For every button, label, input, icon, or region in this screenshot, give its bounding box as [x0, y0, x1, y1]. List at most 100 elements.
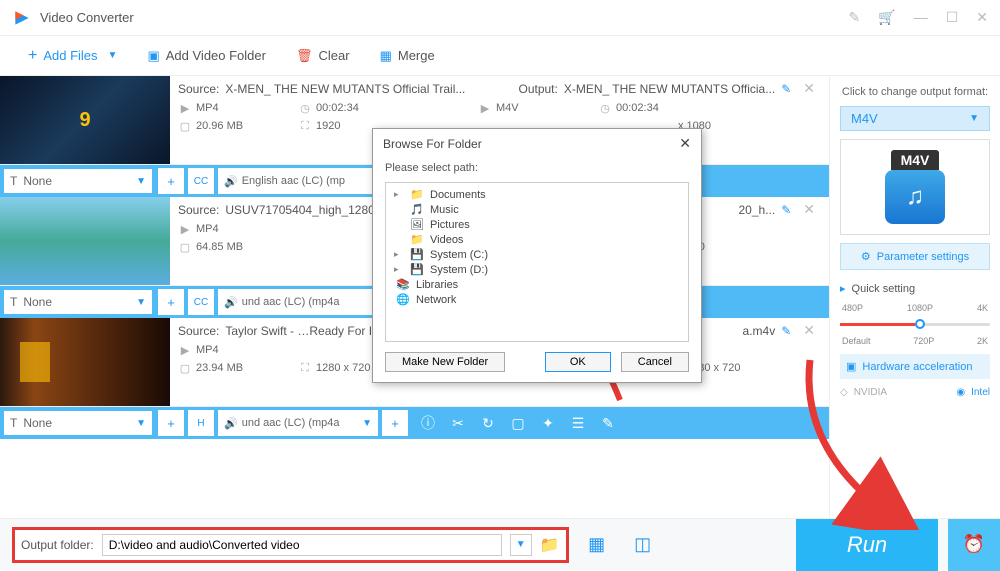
snapshot-icon[interactable]: ◫ — [625, 527, 661, 563]
cc-button[interactable]: CC — [188, 168, 214, 194]
chevron-down-icon: ▼ — [362, 418, 372, 429]
close-icon[interactable]: ✕ — [976, 9, 988, 26]
add-subtitle-button[interactable]: + — [158, 410, 184, 436]
itunes-icon: ♫ — [885, 170, 945, 224]
source-filename: USUV71705404_high_1280x7 — [225, 203, 387, 217]
info-icon[interactable]: ⓘ — [414, 409, 442, 437]
remove-icon[interactable]: ✕ — [797, 201, 821, 218]
add-subtitle-button[interactable]: + — [158, 289, 184, 315]
tool-wand-icon[interactable]: ✎ — [849, 9, 861, 26]
output-folder-input[interactable] — [102, 534, 502, 556]
parameter-settings-button[interactable]: ⚙ Parameter settings — [840, 243, 990, 270]
quality-slider[interactable] — [840, 323, 990, 326]
schedule-button[interactable]: ⏰ — [948, 519, 1000, 571]
speaker-icon: 🔊 — [224, 175, 238, 188]
output-format-select[interactable]: M4V ▼ — [840, 106, 990, 131]
dialog-close-icon[interactable]: ✕ — [679, 135, 691, 152]
edit-icon[interactable]: ✎ — [781, 203, 791, 217]
resolution-icon: ⛶ — [298, 361, 312, 375]
video-thumbnail[interactable] — [0, 76, 170, 164]
make-new-folder-button[interactable]: Make New Folder — [385, 352, 505, 372]
clock-icon: ◷ — [598, 101, 612, 115]
add-video-folder-button[interactable]: ▣ Add Video Folder — [137, 44, 276, 68]
resolution-icon: ⛶ — [298, 119, 312, 133]
audio-track-select[interactable]: 🔊und aac (LC) (mp4a▼ — [218, 410, 378, 436]
filesize-icon: ▢ — [178, 240, 192, 254]
main-toolbar: + Add Files ▼ ▣ Add Video Folder 🗑 Clear… — [0, 36, 1000, 76]
arrow-icon: ▸ — [840, 282, 846, 295]
cc-button[interactable]: CC — [188, 289, 214, 315]
audio-track-select[interactable]: 🔊English aac (LC) (mp — [218, 168, 378, 194]
tree-item[interactable]: 🎵Music — [390, 202, 684, 217]
chevron-down-icon: ▼ — [136, 297, 146, 308]
plus-icon: + — [28, 47, 37, 65]
format-icon: ▶ — [178, 343, 192, 357]
merge-button[interactable]: ▦ Merge — [370, 44, 445, 68]
gpu-indicators: ◇NVIDIA ◉Intel — [840, 387, 990, 398]
chevron-down-icon: ▼ — [136, 176, 146, 187]
rotate-icon[interactable]: ↻ — [474, 409, 502, 437]
add-files-button[interactable]: + Add Files ▼ — [18, 43, 127, 69]
clear-button[interactable]: 🗑 Clear — [286, 44, 360, 68]
folder-video-icon: ▣ — [147, 48, 159, 64]
add-audio-button[interactable]: + — [382, 410, 408, 436]
tree-item[interactable]: 🖼Pictures — [390, 217, 684, 232]
output-folder-dropdown[interactable]: ▼ — [510, 534, 532, 556]
output-folder-label: Output folder: — [21, 538, 94, 552]
dialog-prompt: Please select path: — [373, 158, 701, 182]
format-icon: ▶ — [478, 101, 492, 115]
edit-icon[interactable]: ✎ — [781, 82, 791, 96]
tree-item[interactable]: 📁Videos — [390, 232, 684, 247]
edit-icon[interactable]: ✎ — [781, 324, 791, 338]
tree-item[interactable]: ▸📁Documents — [390, 187, 684, 202]
maximize-icon[interactable]: ☐ — [946, 9, 959, 26]
app-title: Video Converter — [40, 10, 849, 25]
minimize-icon[interactable]: — — [914, 9, 928, 26]
add-subtitle-button[interactable]: + — [158, 168, 184, 194]
quick-setting-label: ▸ Quick setting — [840, 282, 990, 295]
effects-icon[interactable]: ✦ — [534, 409, 562, 437]
filesize-icon: ▢ — [178, 119, 192, 133]
browse-folder-icon[interactable]: 📁 — [540, 535, 560, 555]
sliders-icon: ⚙ — [861, 250, 871, 263]
rename-select[interactable]: TNone▼ — [3, 289, 153, 315]
cart-icon[interactable]: 🛒 — [878, 9, 895, 26]
output-folder-box: Output folder: ▼ 📁 — [12, 527, 569, 563]
chevron-down-icon: ▼ — [136, 418, 146, 429]
ok-button[interactable]: OK — [545, 352, 611, 372]
output-filename: X-MEN_ THE NEW MUTANTS Officia... — [564, 82, 775, 96]
subtitle-icon[interactable]: ☰ — [564, 409, 592, 437]
filesize-icon: ▢ — [178, 361, 192, 375]
tree-item[interactable]: ▸🌐Network — [390, 292, 684, 307]
rename-select[interactable]: TNone▼ — [3, 410, 153, 436]
hardware-accel-toggle[interactable]: ▣ Hardware acceleration — [840, 354, 990, 379]
remove-icon[interactable]: ✕ — [797, 322, 821, 339]
remove-icon[interactable]: ✕ — [797, 80, 821, 97]
run-button[interactable]: Run — [796, 519, 938, 571]
titlebar: Video Converter ✎ 🛒 — ☐ ✕ — [0, 0, 1000, 36]
video-thumbnail[interactable] — [0, 318, 170, 406]
dialog-title: Browse For Folder — [383, 137, 482, 151]
tree-item[interactable]: ▸💾System (D:) — [390, 262, 684, 277]
watermark-icon[interactable]: ✎ — [594, 409, 622, 437]
tree-item[interactable]: ▸💾System (C:) — [390, 247, 684, 262]
format-label: Click to change output format: — [840, 86, 990, 98]
cut-icon[interactable]: ✂ — [444, 409, 472, 437]
audio-track-select[interactable]: 🔊und aac (LC) (mp4a — [218, 289, 378, 315]
chevron-down-icon[interactable]: ▼ — [108, 50, 118, 61]
chevron-down-icon: ▼ — [969, 113, 979, 124]
video-thumbnail[interactable] — [0, 197, 170, 285]
rename-select[interactable]: TNone▼ — [3, 168, 153, 194]
tree-item[interactable]: ▸📚Libraries — [390, 277, 684, 292]
cancel-button[interactable]: Cancel — [621, 352, 689, 372]
m4v-badge: M4V — [891, 150, 940, 170]
merge-icon: ▦ — [380, 48, 392, 64]
format-preview: M4V ♫ — [840, 139, 990, 235]
format-icon: ▶ — [178, 101, 192, 115]
folder-tree[interactable]: ▸📁Documents🎵Music🖼Pictures📁Videos▸💾Syste… — [385, 182, 689, 342]
hd-button[interactable]: H — [188, 410, 214, 436]
format-icon: ▶ — [178, 222, 192, 236]
crop-icon[interactable]: ▢ — [504, 409, 532, 437]
app-logo-icon — [12, 8, 32, 28]
film-icon[interactable]: ▦ — [579, 527, 615, 563]
